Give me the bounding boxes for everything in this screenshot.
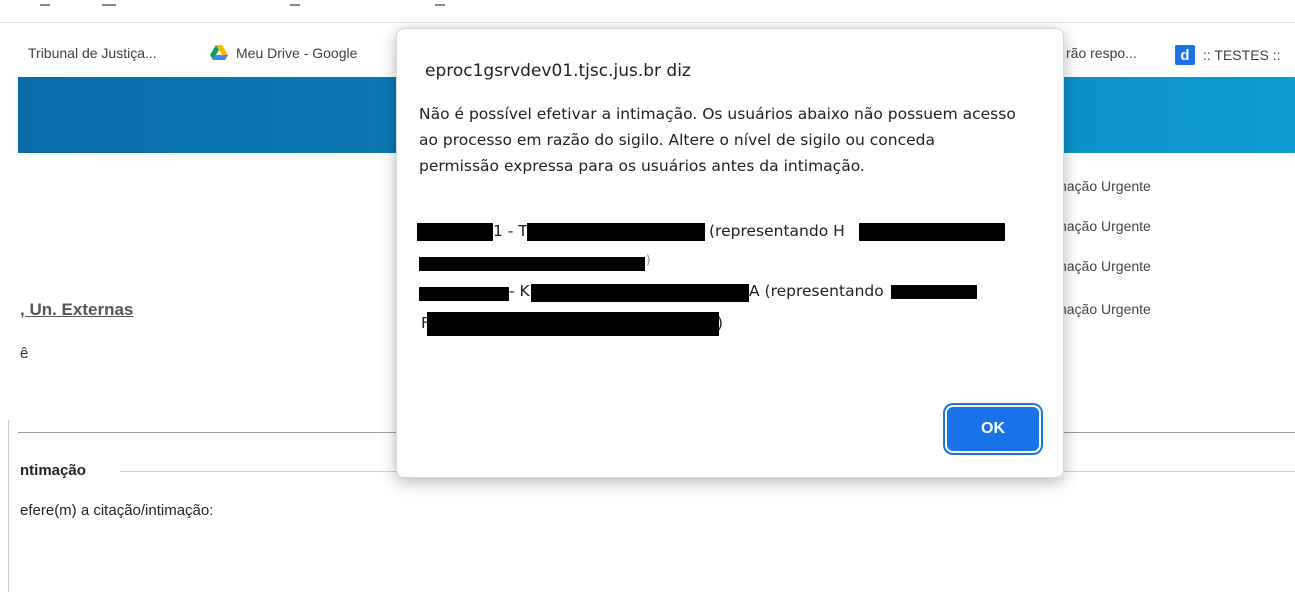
bookmark-label: Tribunal de Justiça... xyxy=(28,45,157,61)
redaction-block xyxy=(427,312,719,336)
redaction-block xyxy=(527,223,705,241)
cut-character: ê xyxy=(20,345,29,362)
bookmark-tribunal[interactable]: Tribunal de Justiça... xyxy=(28,45,157,61)
user-line-1-part-b: (representando H xyxy=(709,222,845,240)
refere-label: efere(m) a citação/intimação: xyxy=(20,502,214,519)
user-line-4-part-b: ) xyxy=(717,314,724,332)
urgent-option[interactable]: imação Urgente xyxy=(1052,301,1151,317)
redaction-block xyxy=(419,257,645,271)
cut-text-fragment xyxy=(290,4,300,6)
bookmark-label: Meu Drive - Google xyxy=(236,45,358,61)
redaction-block xyxy=(417,223,493,241)
bookmark-label: :: TESTES :: xyxy=(1203,47,1281,63)
alert-dialog: eproc1gsrvdev01.tjsc.jus.br diz Não é po… xyxy=(396,28,1064,478)
redaction-block xyxy=(531,284,749,302)
intimacao-legend: ntimação xyxy=(20,462,86,479)
bookmark-label: rão respo... xyxy=(1066,45,1137,61)
cut-text-fragment xyxy=(435,4,445,6)
bookmark-meu-drive[interactable]: Meu Drive - Google xyxy=(210,45,357,61)
user-line-3-part-a: - K xyxy=(509,282,530,300)
urgent-option[interactable]: imação Urgente xyxy=(1052,218,1151,234)
un-externas-link[interactable]: , Un. Externas xyxy=(20,300,133,320)
left-border xyxy=(8,420,9,592)
redaction-block xyxy=(891,285,977,299)
ok-button[interactable]: OK xyxy=(947,407,1039,451)
user-line-3-part-b: A (representando xyxy=(749,282,884,300)
bookmark-testes[interactable]: d :: TESTES :: xyxy=(1175,45,1281,65)
bookmark-cut-right[interactable]: rão respo... xyxy=(1066,45,1137,61)
dialog-message: Não é possível efetivar a intimação. Os … xyxy=(419,105,1016,175)
urgent-option[interactable]: imação Urgente xyxy=(1052,178,1151,194)
redaction-block xyxy=(859,223,1005,241)
urgent-option[interactable]: imação Urgente xyxy=(1052,258,1151,274)
cut-text-fragment xyxy=(102,4,116,6)
d-icon: d xyxy=(1175,45,1195,65)
address-bar-strip xyxy=(0,0,1295,23)
user-line-2-tail: ) xyxy=(646,253,651,267)
google-drive-icon xyxy=(210,45,228,60)
redaction-block xyxy=(419,287,509,301)
dialog-title: eproc1gsrvdev01.tjsc.jus.br diz xyxy=(425,61,691,81)
cut-text-fragment xyxy=(40,4,50,6)
user-line-1-part-a: 1 - T xyxy=(493,222,528,240)
